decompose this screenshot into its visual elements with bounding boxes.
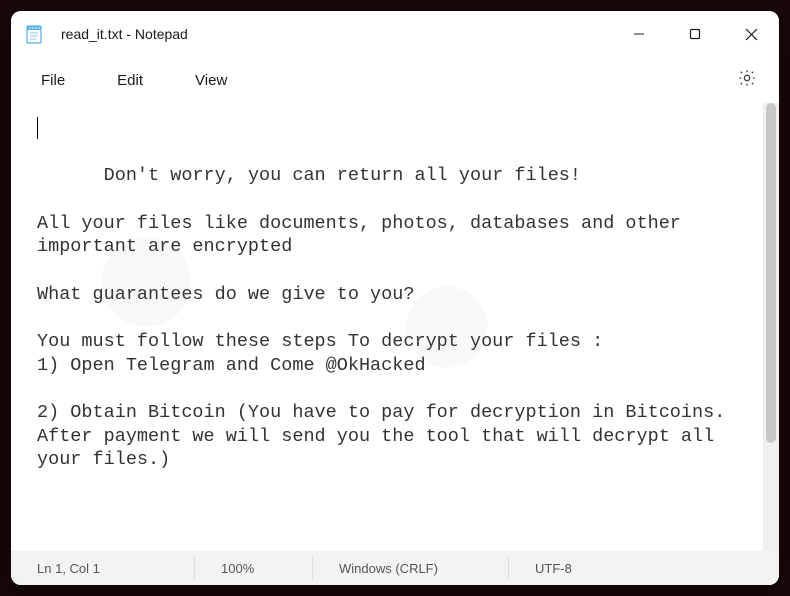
- menu-file[interactable]: File: [31, 66, 89, 95]
- notepad-window: read_it.txt - Notepad File Edit View: [11, 11, 779, 585]
- menu-view[interactable]: View: [185, 66, 251, 95]
- text-caret: [37, 117, 38, 139]
- scrollbar-thumb[interactable]: [766, 103, 776, 443]
- content-area: Don't worry, you can return all your fil…: [11, 103, 779, 551]
- minimize-button[interactable]: [611, 11, 667, 57]
- menubar: File Edit View: [11, 57, 779, 103]
- close-button[interactable]: [723, 11, 779, 57]
- status-line-ending: Windows (CRLF): [313, 557, 509, 579]
- menu-edit[interactable]: Edit: [107, 66, 167, 95]
- vertical-scrollbar[interactable]: [763, 103, 779, 551]
- text-editor[interactable]: Don't worry, you can return all your fil…: [11, 103, 763, 551]
- status-zoom: 100%: [195, 557, 313, 579]
- gear-icon: [737, 68, 757, 93]
- notepad-icon: [25, 24, 43, 44]
- status-encoding: UTF-8: [509, 557, 590, 579]
- maximize-button[interactable]: [667, 11, 723, 57]
- window-title: read_it.txt - Notepad: [61, 26, 188, 42]
- document-text: Don't worry, you can return all your fil…: [37, 165, 725, 470]
- statusbar: Ln 1, Col 1 100% Windows (CRLF) UTF-8: [11, 551, 779, 585]
- status-cursor-position: Ln 1, Col 1: [37, 557, 195, 579]
- titlebar: read_it.txt - Notepad: [11, 11, 779, 57]
- settings-button[interactable]: [727, 60, 767, 100]
